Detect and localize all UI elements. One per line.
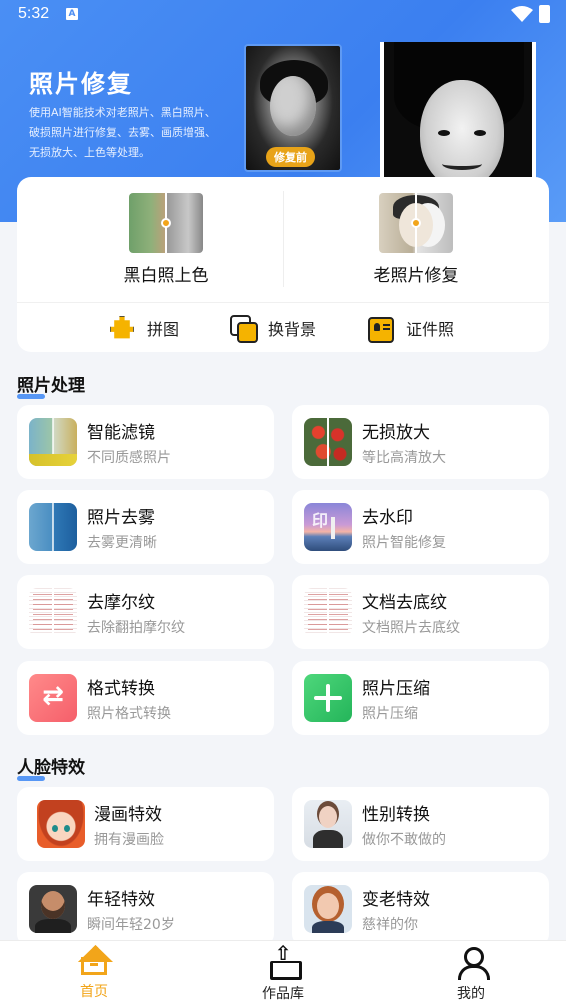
tile-title: 智能滤镜 [87, 423, 155, 443]
feature-label: 老照片修复 [373, 266, 459, 286]
tile-title: 年轻特效 [87, 890, 155, 910]
tile-old[interactable]: 变老特效 慈祥的你 [292, 872, 549, 946]
tile-smart-filter[interactable]: 智能滤镜 不同质感照片 [17, 405, 274, 479]
document-thumb [304, 588, 352, 636]
tool-label: 证件照 [406, 320, 455, 339]
format-convert-icon [29, 674, 77, 722]
tile-subtitle: 去雾更清晰 [87, 535, 157, 551]
profile-icon [456, 947, 490, 980]
divider [17, 302, 549, 303]
divider [283, 191, 284, 287]
tile-comic[interactable]: 漫画特效 拥有漫画脸 [17, 787, 274, 861]
tile-subtitle: 拥有漫画脸 [94, 832, 164, 848]
status-time: 5:32 [18, 5, 50, 22]
tile-title: 去摩尔纹 [87, 593, 155, 613]
comic-thumb [37, 800, 85, 848]
filter-thumb [29, 418, 77, 466]
feature-old-photo[interactable]: 老照片修复 [316, 193, 516, 286]
tile-subtitle: 做你不敢做的 [362, 832, 446, 848]
tile-dehaze[interactable]: 照片去雾 去雾更清晰 [17, 490, 274, 564]
notification-icon: A [66, 8, 78, 20]
tile-format-convert[interactable]: 格式转换 照片格式转换 [17, 661, 274, 735]
moire-thumb [29, 588, 77, 636]
tile-subtitle: 瞬间年轻20岁 [87, 917, 175, 933]
gender-thumb [304, 800, 352, 848]
nav-works[interactable]: 作品库 [243, 941, 323, 1003]
tool-label: 拼图 [147, 320, 180, 339]
watermark-thumb [304, 503, 352, 551]
feature-label: 黑白照上色 [123, 266, 209, 286]
after-photo [380, 42, 536, 192]
tile-title: 变老特效 [362, 890, 430, 910]
tile-subtitle: 照片格式转换 [87, 706, 171, 722]
tool-id-photo[interactable]: 证件照 [368, 314, 455, 343]
tool-puzzle[interactable]: 拼图 [109, 314, 179, 342]
bottom-nav: 首页 作品库 我的 [0, 940, 566, 1006]
tile-subtitle: 去除翻拍摩尔纹 [87, 620, 185, 636]
tile-title: 文档去底纹 [362, 593, 447, 613]
battery-icon [539, 5, 550, 23]
home-icon [81, 957, 107, 975]
tile-title: 漫画特效 [94, 805, 162, 825]
tile-title: 性别转换 [362, 805, 430, 825]
old-thumb [304, 885, 352, 933]
before-tag: 修复前 [266, 147, 315, 167]
tile-subtitle: 不同质感照片 [87, 450, 171, 466]
tile-title: 照片压缩 [362, 679, 430, 699]
tile-title: 照片去雾 [87, 508, 155, 528]
status-bar: 5:32 A [0, 0, 566, 30]
tile-subtitle: 文档照片去底纹 [362, 620, 460, 636]
puzzle-icon [110, 316, 134, 339]
feature-card: 黑白照上色 老照片修复 拼图 换背景 证件照 [17, 177, 549, 352]
tile-subtitle: 等比高清放大 [362, 450, 446, 466]
nav-me[interactable]: 我的 [431, 947, 511, 1003]
tool-background[interactable]: 换背景 [230, 314, 317, 343]
tile-subtitle: 照片压缩 [362, 706, 418, 722]
tool-label: 换背景 [268, 320, 317, 339]
old-photo-thumb [379, 193, 453, 253]
upscale-thumb [304, 418, 352, 466]
bw-colorize-thumb [129, 193, 203, 253]
tile-young[interactable]: 年轻特效 瞬间年轻20岁 [17, 872, 274, 946]
works-icon [268, 941, 302, 980]
nav-label: 我的 [457, 986, 485, 1002]
nav-home[interactable]: 首页 [54, 947, 134, 1001]
nav-label: 首页 [80, 984, 108, 1000]
section-title-face: 人脸特效 [17, 753, 85, 781]
wifi-icon [511, 6, 533, 22]
young-thumb [29, 885, 77, 933]
tile-subtitle: 慈祥的你 [362, 917, 418, 933]
compress-icon [304, 674, 352, 722]
tile-moire[interactable]: 去摩尔纹 去除翻拍摩尔纹 [17, 575, 274, 649]
tile-gender[interactable]: 性别转换 做你不敢做的 [292, 787, 549, 861]
banner-title: 照片修复 [29, 70, 133, 98]
tile-compress[interactable]: 照片压缩 照片压缩 [292, 661, 549, 735]
tile-upscale[interactable]: 无损放大 等比高清放大 [292, 405, 549, 479]
feature-bw-colorize[interactable]: 黑白照上色 [66, 193, 266, 286]
banner-description: 使用AI智能技术对老照片、黑白照片、破损照片进行修复、去雾、画质增强、无损放大、… [29, 106, 216, 159]
dehaze-thumb [29, 503, 77, 551]
tile-title: 去水印 [362, 508, 413, 528]
tile-document[interactable]: 文档去底纹 文档照片去底纹 [292, 575, 549, 649]
tile-subtitle: 照片智能修复 [362, 535, 446, 551]
tile-title: 格式转换 [87, 679, 155, 699]
tile-title: 无损放大 [362, 423, 430, 443]
id-card-icon [368, 316, 394, 343]
nav-label: 作品库 [262, 986, 304, 1002]
layers-icon [230, 315, 258, 343]
tile-watermark[interactable]: 去水印 照片智能修复 [292, 490, 549, 564]
section-title-photo: 照片处理 [17, 371, 85, 399]
